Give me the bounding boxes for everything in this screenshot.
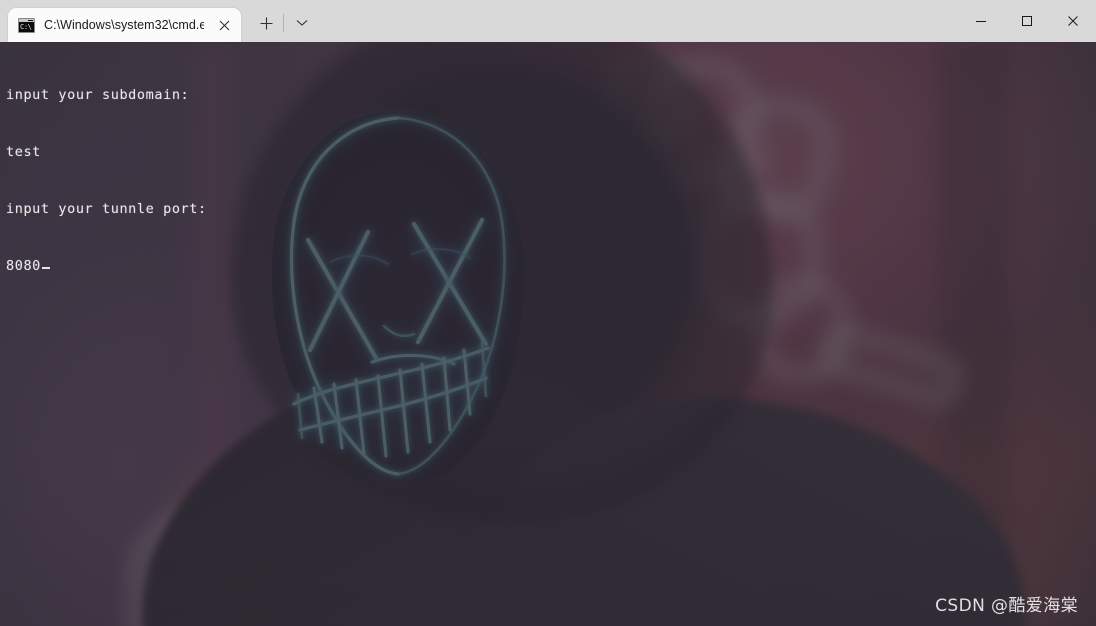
tab-cmd[interactable]: C:\ C:\Windows\system32\cmd.e: (8, 8, 241, 42)
tab-title: C:\Windows\system32\cmd.e: (44, 18, 204, 32)
console-input-line: 8080 (6, 257, 207, 276)
minimize-icon[interactable] (958, 0, 1004, 42)
tab-strip: C:\ C:\Windows\system32\cmd.e: (0, 0, 317, 42)
text-cursor (41, 267, 50, 269)
console-output: input your subdomain: test input your tu… (6, 48, 207, 314)
chevron-down-icon[interactable] (283, 10, 317, 36)
console-line: test (6, 144, 41, 160)
window-controls (958, 0, 1096, 42)
window-close-icon[interactable] (1050, 0, 1096, 42)
neon-led-mask (272, 112, 524, 482)
close-icon[interactable] (213, 14, 235, 36)
tab-strip-actions (241, 6, 317, 42)
terminal-body[interactable]: input your subdomain: test input your tu… (0, 42, 1096, 626)
console-input-value: 8080 (6, 258, 41, 274)
plus-icon[interactable] (251, 10, 281, 36)
console-line: input your subdomain: (6, 87, 190, 103)
cmd-window: C:\ C:\Windows\system32\cmd.e: input you… (0, 0, 1096, 626)
csdn-watermark: CSDN @酷爱海棠 (935, 596, 1078, 616)
cmd-icon-prompt: C:\ (20, 22, 32, 31)
maximize-icon[interactable] (1004, 0, 1050, 42)
console-line: input your tunnle port: (6, 201, 207, 217)
title-bar: C:\ C:\Windows\system32\cmd.e: (0, 0, 1096, 42)
cmd-console-icon: C:\ (18, 17, 35, 33)
